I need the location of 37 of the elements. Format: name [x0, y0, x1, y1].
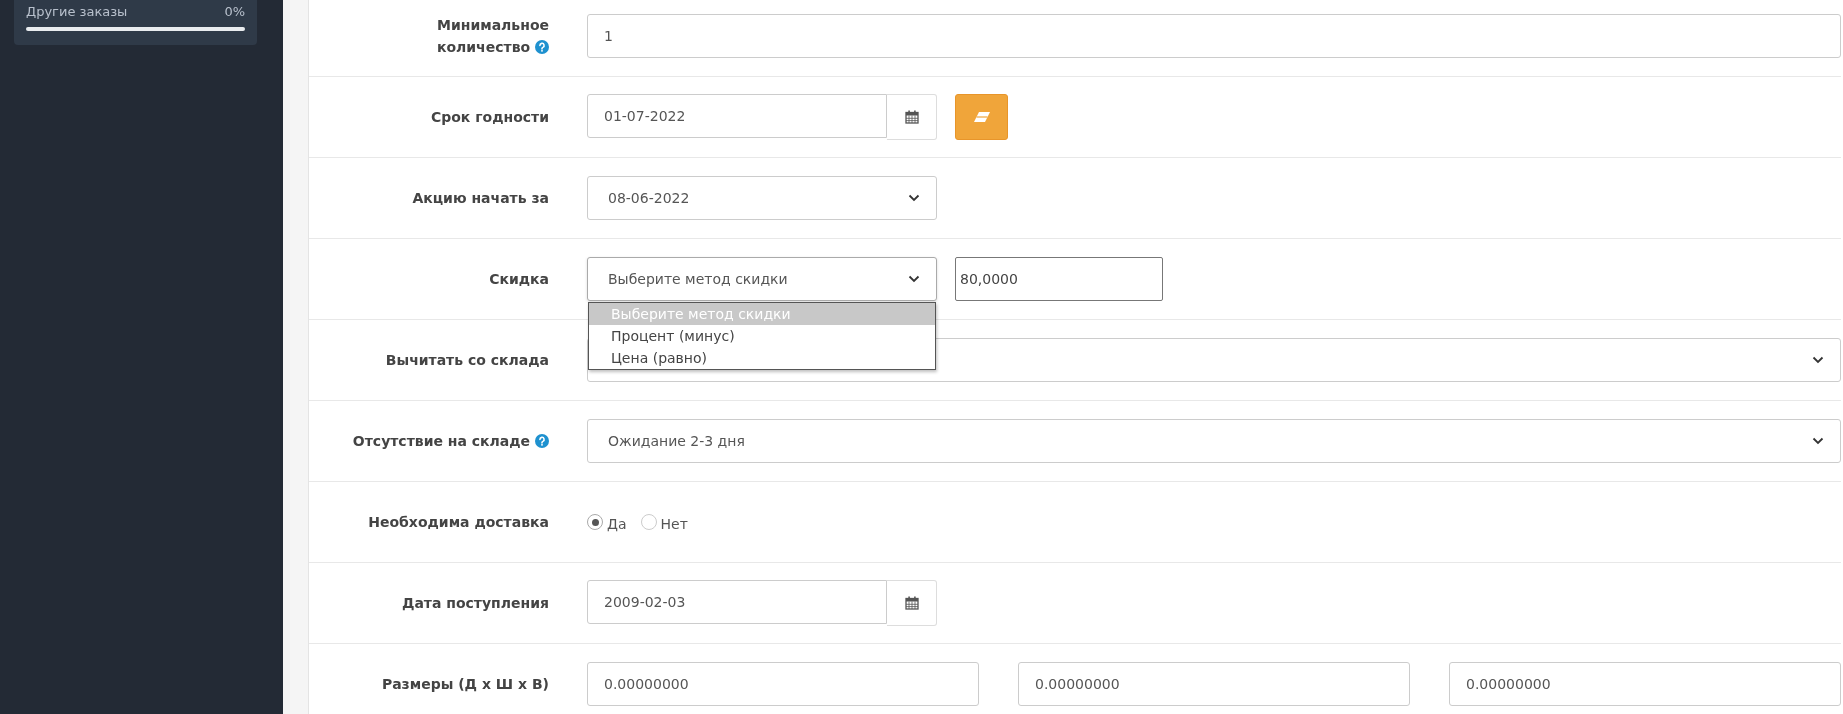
- dimension-field[interactable]: 0.00000000: [587, 662, 979, 706]
- field-label: Вычитать со склада: [385, 351, 549, 370]
- field-label: Дата поступления: [401, 594, 549, 613]
- field-label: Необходима доставка: [368, 513, 549, 532]
- dimension-field[interactable]: 0.00000000: [1449, 662, 1841, 706]
- chevron-down-icon: [1812, 437, 1824, 445]
- field-label: Акцию начать за: [412, 189, 549, 208]
- dimension-field[interactable]: 0.00000000: [1018, 662, 1410, 706]
- clear-button[interactable]: [955, 94, 1008, 140]
- calendar-icon: [904, 110, 919, 124]
- select-field[interactable]: 08-06-2022: [587, 176, 937, 220]
- field-label: Отсутствие на складе: [352, 430, 549, 452]
- eraser-icon: [972, 111, 991, 123]
- dropdown-option[interactable]: Цена (равно): [589, 347, 935, 369]
- calendar-button[interactable]: [887, 94, 937, 140]
- calendar-button[interactable]: [887, 580, 937, 626]
- select-field[interactable]: Выберите метод скидки: [587, 257, 937, 301]
- chevron-down-icon: [908, 194, 920, 202]
- calendar-icon: [904, 596, 919, 610]
- field-label: Срок годности: [430, 108, 549, 127]
- help-icon[interactable]: [535, 434, 549, 448]
- select-field[interactable]: Ожидание 2-3 дня: [587, 419, 1841, 463]
- number-field[interactable]: 80,0000: [955, 257, 1163, 301]
- dropdown-option[interactable]: Процент (минус): [589, 325, 935, 347]
- field-label: Размеры (Д x Ш x В): [381, 675, 549, 694]
- chevron-down-icon: [1812, 356, 1824, 364]
- date-field[interactable]: 01-07-2022: [587, 94, 887, 138]
- progress-label: Другие заказы: [26, 3, 128, 21]
- radio-label[interactable]: Да: [607, 512, 627, 532]
- field-label: Скидка: [489, 270, 549, 289]
- help-icon[interactable]: [535, 40, 549, 54]
- progress-reading: 0%: [224, 3, 245, 21]
- field-label: Минимальное количество: [435, 16, 549, 57]
- input-field[interactable]: 1: [587, 14, 1841, 58]
- radio-label[interactable]: Нет: [660, 512, 688, 532]
- chevron-down-icon: [908, 275, 920, 283]
- date-field[interactable]: 2009-02-03: [587, 580, 887, 624]
